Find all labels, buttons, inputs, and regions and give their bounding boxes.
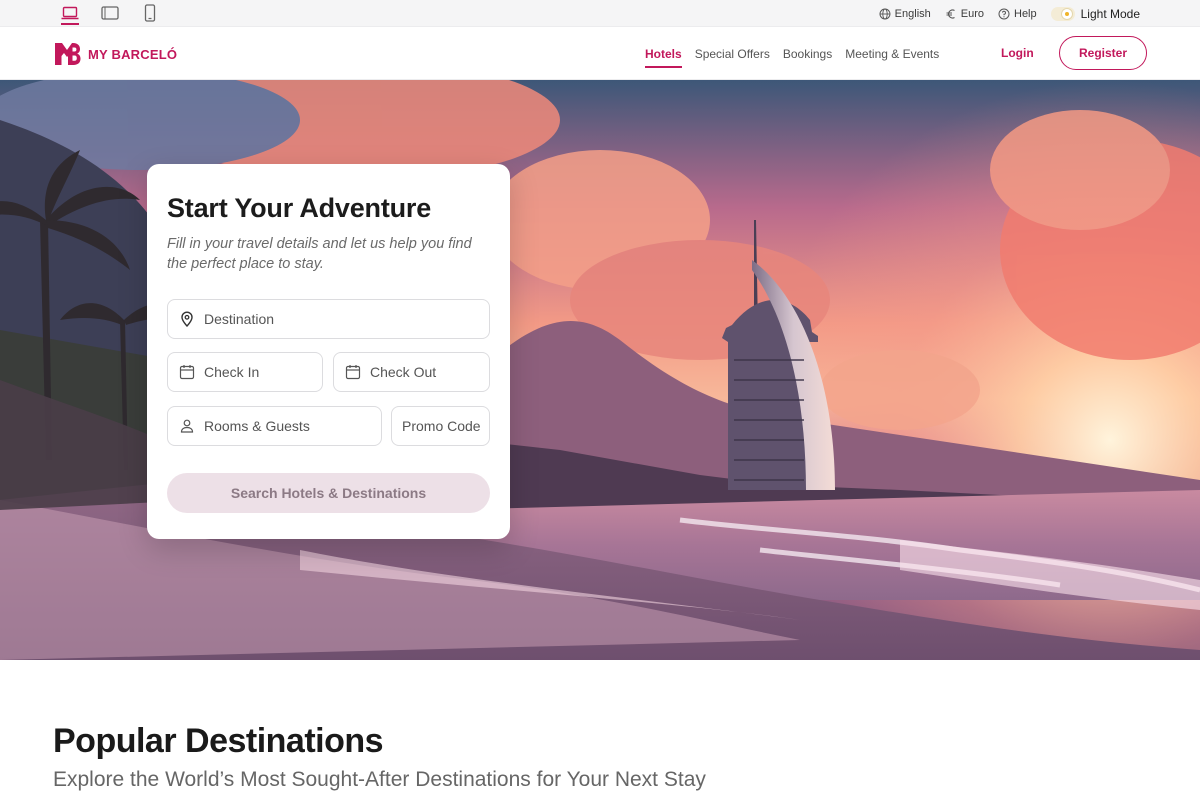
- help-link[interactable]: Help: [998, 8, 1037, 20]
- calendar-icon: [179, 365, 195, 380]
- check-in-field[interactable]: Check In: [167, 352, 323, 392]
- utility-right-group: English Euro Help Light Mode: [879, 0, 1140, 27]
- promo-code-placeholder: Promo Code: [402, 418, 481, 434]
- nav-links: Hotels Special Offers Bookings Meeting &…: [645, 27, 939, 80]
- rooms-guests-placeholder: Rooms & Guests: [204, 418, 310, 434]
- utility-bar: English Euro Help Light Mode: [0, 0, 1200, 27]
- promo-code-field[interactable]: Promo Code: [391, 406, 490, 446]
- mobile-phone-icon[interactable]: [140, 4, 160, 22]
- destination-placeholder: Destination: [204, 311, 275, 327]
- search-card-title: Start Your Adventure: [167, 193, 432, 223]
- check-out-field[interactable]: Check Out: [333, 352, 490, 392]
- help-label: Help: [1014, 7, 1037, 20]
- search-card-subtitle: Fill in your travel details and let us h…: [167, 236, 472, 272]
- map-pin-icon: [181, 311, 193, 327]
- brand-name: MY BARCELÓ: [88, 46, 178, 62]
- nav-link-bookings[interactable]: Bookings: [783, 43, 832, 65]
- language-label: English: [894, 7, 931, 20]
- euro-icon: [946, 8, 955, 19]
- nav-link-special-offers[interactable]: Special Offers: [695, 43, 770, 65]
- laptop-icon[interactable]: [60, 4, 80, 25]
- language-selector[interactable]: English: [879, 8, 931, 20]
- hero-banner: Start Your Adventure Fill in your travel…: [0, 80, 1200, 660]
- calendar-icon: [345, 365, 361, 380]
- currency-selector[interactable]: Euro: [945, 8, 984, 20]
- popular-destinations-subtitle: Explore the World’s Most Sought-After De…: [53, 768, 706, 791]
- help-circle-icon: [998, 8, 1010, 19]
- nav-link-meeting-events[interactable]: Meeting & Events: [845, 43, 939, 65]
- search-hotels-button[interactable]: Search Hotels & Destinations: [167, 473, 490, 513]
- sun-icon: [1061, 8, 1072, 19]
- theme-mode-toggle[interactable]: Light Mode: [1050, 6, 1140, 21]
- register-button[interactable]: Register: [1059, 36, 1147, 70]
- globe-icon: [879, 8, 891, 19]
- tablet-icon[interactable]: [100, 4, 120, 22]
- barcelo-logo-icon: [55, 43, 81, 65]
- login-link[interactable]: Login: [1001, 46, 1034, 60]
- popular-destinations-title: Popular Destinations: [53, 722, 384, 760]
- destination-field[interactable]: Destination: [167, 299, 490, 339]
- check-out-placeholder: Check Out: [370, 364, 437, 380]
- user-icon: [180, 419, 194, 433]
- brand-logo[interactable]: MY BARCELÓ: [54, 41, 177, 67]
- main-navigation: MY BARCELÓ Hotels Special Offers Booking…: [0, 27, 1200, 80]
- check-in-placeholder: Check In: [204, 364, 260, 380]
- currency-label: Euro: [960, 7, 984, 20]
- rooms-guests-field[interactable]: Rooms & Guests: [167, 406, 382, 446]
- theme-mode-label: Light Mode: [1080, 6, 1140, 21]
- theme-switch[interactable]: [1050, 6, 1075, 21]
- nav-link-hotels[interactable]: Hotels: [645, 43, 682, 68]
- search-card: Start Your Adventure Fill in your travel…: [147, 164, 510, 539]
